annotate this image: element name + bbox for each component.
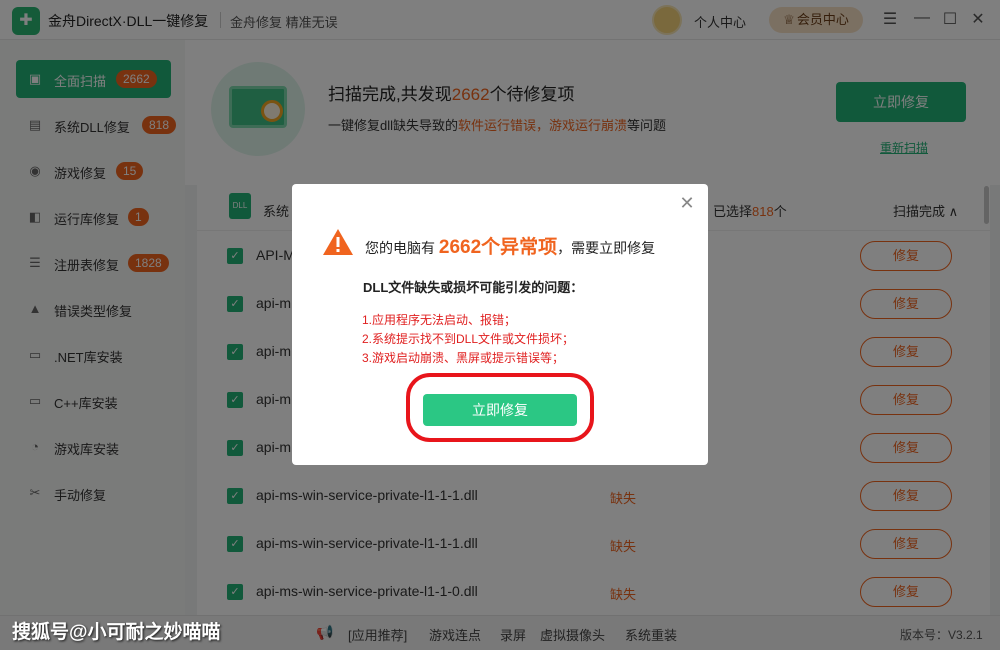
- watermark: 搜狐号@小可耐之妙喵喵: [12, 622, 221, 643]
- dialog-subtitle: DLL文件缺失或损坏可能引发的问题：: [363, 280, 584, 295]
- close-icon[interactable]: ✕: [678, 194, 696, 212]
- dialog-title-text: 您的电脑有: [365, 240, 435, 256]
- dialog-title: 您的电脑有 2662个异常项，需要立即修复: [365, 232, 655, 259]
- dialog-title-text: ，需要立即修复: [557, 240, 656, 256]
- repair-prompt-dialog: ✕ 您的电脑有 2662个异常项，需要立即修复 DLL文件缺失或损坏可能引发的问…: [292, 184, 708, 465]
- issue-list: 1.应用程序无法启动、报错； 2.系统提示找不到DLL文件或文件损坏； 3.游戏…: [362, 311, 574, 368]
- issue-item: 3.游戏启动崩溃、黑屏或提示错误等；: [362, 351, 565, 365]
- anomaly-count: 2662个异常项: [438, 237, 558, 258]
- highlight-annotation: [406, 373, 594, 442]
- issue-item: 2.系统提示找不到DLL文件或文件损坏；: [362, 332, 575, 346]
- warning-icon: [323, 229, 353, 255]
- issue-item: 1.应用程序无法启动、报错；: [362, 313, 517, 327]
